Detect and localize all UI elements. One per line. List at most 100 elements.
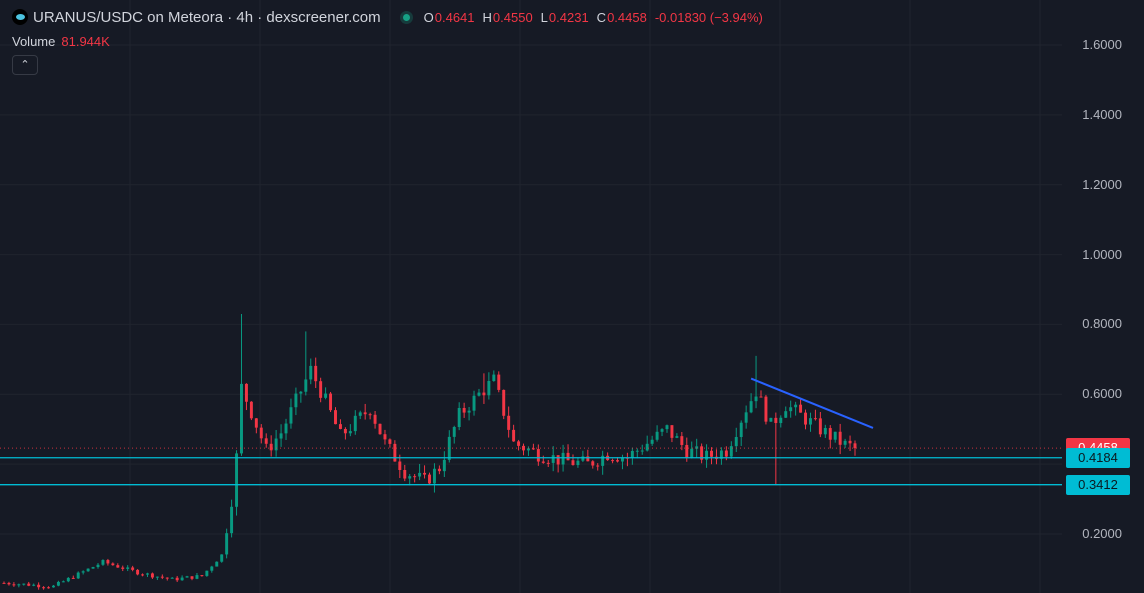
candle: [477, 388, 481, 397]
candle: [522, 443, 525, 456]
candle-body: [52, 585, 55, 588]
candle: [388, 438, 392, 448]
candle-body: [259, 427, 263, 439]
candle: [61, 580, 65, 583]
candle-body: [813, 418, 817, 420]
candle: [571, 454, 575, 466]
candle-body: [645, 443, 649, 451]
candle: [774, 412, 778, 486]
candle-body: [314, 365, 318, 382]
candle-body: [517, 441, 521, 446]
candle: [660, 428, 664, 437]
candle-body: [423, 472, 427, 475]
candle-body: [462, 407, 466, 413]
volume-label: Volume: [12, 34, 56, 49]
candle-body: [279, 433, 283, 439]
candle-body: [343, 428, 347, 434]
candle-body: [418, 472, 422, 477]
candle-body: [56, 581, 60, 586]
candle-body: [823, 428, 827, 435]
candle-body: [240, 383, 243, 454]
candle-body: [136, 569, 140, 575]
candle-body: [61, 581, 65, 583]
candle: [784, 406, 788, 419]
candle-body: [254, 418, 258, 428]
candle: [413, 474, 417, 483]
candle-body: [759, 396, 763, 398]
candle-body: [477, 392, 481, 396]
candle: [52, 584, 55, 588]
candle-body: [235, 453, 239, 507]
candle-body: [764, 396, 768, 422]
candle-body: [225, 533, 229, 555]
price-axis-label: 1.6000: [1082, 37, 1122, 52]
candle: [264, 433, 268, 448]
candle: [423, 465, 427, 479]
candle: [353, 410, 357, 435]
candle-body: [116, 565, 120, 568]
candle: [818, 412, 822, 438]
candle: [200, 574, 204, 577]
candle: [591, 460, 595, 469]
candle: [294, 387, 298, 416]
candle-body: [769, 417, 773, 422]
candle-body: [512, 429, 516, 442]
candle: [789, 400, 793, 418]
candle-body: [774, 417, 778, 424]
candle: [91, 566, 95, 569]
candle: [136, 569, 140, 576]
candle: [244, 383, 248, 411]
candle-body: [358, 412, 362, 416]
candle-body: [17, 584, 21, 586]
candle-body: [155, 576, 159, 578]
price-chart[interactable]: [0, 0, 1144, 593]
candle-body: [452, 426, 456, 437]
candle: [432, 463, 436, 493]
candle: [17, 583, 21, 588]
price-change: -0.01830 (−3.94%): [654, 9, 763, 25]
candle: [799, 398, 803, 413]
candle: [675, 433, 679, 439]
candle: [611, 458, 615, 464]
candle-body: [428, 474, 431, 484]
candle: [27, 581, 31, 587]
candle-body: [368, 414, 372, 416]
candle: [106, 558, 110, 566]
candle-body: [353, 415, 357, 432]
candle: [37, 582, 41, 590]
candle-body: [2, 582, 6, 584]
candle-body: [165, 577, 169, 579]
ohlc-close: C0.4458: [596, 9, 647, 25]
candle-body: [393, 443, 397, 462]
candle: [215, 561, 219, 567]
collapse-legend-button[interactable]: ⌃: [12, 55, 38, 75]
candle-body: [195, 575, 199, 579]
candle: [299, 391, 303, 403]
candle: [319, 377, 323, 403]
candle-body: [230, 506, 234, 534]
trend-line: [750, 377, 874, 429]
level-price-tag: 0.3412: [1066, 474, 1130, 495]
candle: [324, 387, 328, 400]
candle: [586, 449, 590, 462]
candle: [710, 447, 713, 465]
price-axis-label: 0.2000: [1082, 526, 1122, 541]
candle: [462, 402, 466, 418]
candle-body: [804, 412, 807, 425]
candle-body: [675, 436, 679, 438]
candle-body: [566, 452, 570, 461]
candle: [457, 402, 461, 431]
candle-body: [581, 456, 585, 461]
candle-body: [571, 460, 575, 466]
candle: [640, 444, 644, 455]
candle-body: [101, 560, 105, 565]
candle: [719, 447, 723, 465]
candle-body: [289, 407, 293, 424]
candles: [2, 313, 857, 590]
candle-body: [294, 393, 298, 408]
candle-body: [388, 439, 392, 444]
candle: [240, 313, 243, 456]
candle-body: [338, 424, 342, 429]
candle-body: [121, 567, 125, 569]
candle-body: [680, 436, 684, 445]
